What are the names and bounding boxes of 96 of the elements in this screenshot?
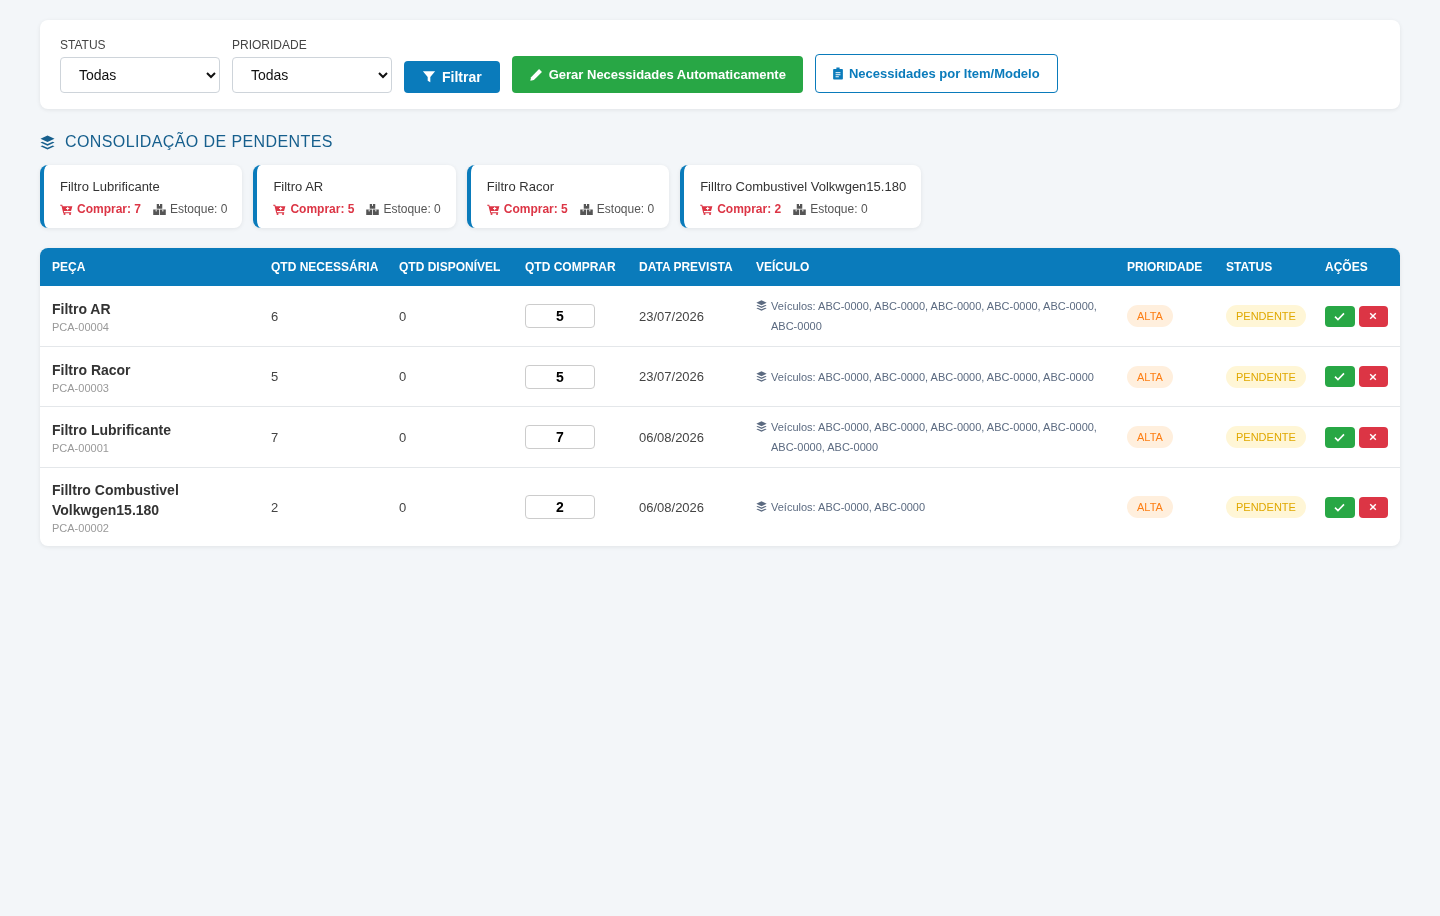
clipboard-icon (832, 67, 843, 80)
column-header: DATA PREVISTA (639, 260, 733, 274)
cart-icon (486, 203, 500, 215)
status-badge: PENDENTE (1226, 496, 1306, 518)
boxes-icon (153, 203, 166, 215)
column-header: AÇÕES (1325, 260, 1368, 274)
layers-icon (40, 134, 55, 150)
qty-needed: 7 (271, 429, 279, 445)
part-code: PCA-00003 (52, 381, 110, 394)
column-header: PRIORIDADE (1127, 260, 1203, 274)
qty-needed: 5 (271, 369, 279, 384)
vehicles-text: Veículos: ABC-0000, ABC-0000, ABC-0000, ABC-0000, ABC-0000, ABC-0000 (771, 299, 1098, 334)
vehicles-text: Veículos: ABC-0000, ABC-0000, ABC-0000, ABC-0000, ABC-0000 (771, 369, 1094, 385)
reject-button[interactable] (1358, 496, 1388, 518)
qty-available: 0 (399, 499, 407, 515)
needs-by-item-button[interactable]: Necessidades por Item/Modelo (814, 54, 1058, 93)
part-name: Filtro Lubrificante (52, 421, 172, 440)
qty-needed: 2 (271, 499, 279, 515)
funnel-icon (422, 70, 436, 84)
close-icon (1369, 433, 1378, 441)
column-header: QTD DISPONÍVEL (399, 260, 501, 274)
column-header: VEÍCULO (756, 260, 810, 274)
filter-select[interactable]: Todas (60, 57, 220, 93)
buy-quantity: Comprar: 5 (503, 202, 568, 216)
buy-quantity: Comprar: 2 (717, 202, 782, 216)
part-name: Filtro AR (273, 179, 325, 194)
reject-button[interactable] (1358, 366, 1388, 387)
reject-button[interactable] (1358, 426, 1388, 448)
part-name: Filtro Lubrificante (60, 179, 161, 194)
layers-icon (756, 300, 767, 311)
stock-quantity: Estoque: 0 (383, 202, 441, 216)
buy-quantity: Comprar: 7 (77, 202, 141, 216)
priority-badge: ALTA (1127, 426, 1173, 448)
cart-icon (60, 203, 73, 215)
stock-quantity: Estoque: 0 (810, 202, 868, 216)
filter-label: STATUS (60, 38, 107, 52)
part-name: Filtro AR (52, 300, 112, 319)
cart-icon (273, 203, 287, 215)
column-header: QTD NECESSÁRIA (271, 260, 379, 274)
part-code: PCA-00001 (52, 442, 110, 454)
qty-input[interactable]: 5 (525, 364, 595, 389)
stock-quantity: Estoque: 0 (596, 202, 655, 216)
cart-icon (700, 203, 714, 215)
due-date: 06/08/2026 (639, 429, 705, 445)
part-name: Filltro Combustivel Volkwgen15.180 (700, 179, 907, 194)
priority-badge: ALTA (1127, 365, 1173, 388)
column-header: QTD COMPRAR (525, 260, 616, 274)
qty-input[interactable]: 2 (525, 495, 595, 519)
boxes-icon (366, 203, 380, 215)
layers-icon (756, 501, 767, 512)
part-name: Filtro Racor (486, 179, 555, 194)
filter-label: PRIORIDADE (232, 38, 308, 52)
approve-button[interactable] (1325, 305, 1355, 327)
check-icon (1334, 502, 1346, 512)
qty-needed: 6 (271, 308, 279, 324)
part-code: PCA-00004 (52, 321, 110, 333)
close-icon (1369, 503, 1378, 511)
filter-button[interactable]: Filtrar (404, 61, 500, 93)
due-date: 23/07/2026 (639, 308, 705, 324)
column-header: STATUS (1226, 260, 1273, 274)
approve-button[interactable] (1325, 366, 1355, 387)
part-name: Filtro Racor (52, 360, 132, 380)
due-date: 23/07/2026 (639, 369, 705, 384)
qty-input[interactable]: 7 (525, 425, 595, 449)
pencil-icon (528, 67, 543, 82)
vehicles-text: Veículos: ABC-0000, ABC-0000 (771, 500, 926, 515)
check-icon (1334, 432, 1346, 442)
priority-badge: ALTA (1127, 305, 1173, 327)
status-badge: PENDENTE (1226, 365, 1306, 388)
status-badge: PENDENTE (1226, 426, 1306, 448)
qty-input[interactable]: 5 (525, 304, 595, 328)
column-header: PEÇA (52, 260, 86, 274)
close-icon (1369, 312, 1378, 320)
vehicles-text: Veículos: ABC-0000, ABC-0000, ABC-0000, ABC-0000, ABC-0000, ABC-0000, ABC-0000 (771, 420, 1098, 455)
reject-button[interactable] (1358, 305, 1388, 327)
due-date: 06/08/2026 (639, 499, 705, 515)
qty-available: 0 (399, 369, 407, 384)
stock-quantity: Estoque: 0 (170, 202, 228, 216)
boxes-icon (793, 203, 807, 215)
qty-available: 0 (399, 308, 407, 324)
status-badge: PENDENTE (1226, 305, 1306, 327)
approve-button[interactable] (1325, 496, 1355, 518)
part-name: Filltro Combustivel Volkwgen15.180 (52, 481, 180, 520)
close-icon (1369, 372, 1378, 381)
layers-icon (756, 370, 767, 382)
approve-button[interactable] (1325, 426, 1355, 448)
boxes-icon (579, 203, 593, 215)
part-code: PCA-00002 (52, 522, 110, 534)
check-icon (1334, 311, 1346, 321)
buy-quantity: Comprar: 5 (290, 202, 355, 216)
priority-badge: ALTA (1127, 496, 1173, 518)
filter-select[interactable]: Todas (232, 57, 392, 93)
section-title: CONSOLIDAÇÃO DE PENDENTES (65, 133, 333, 151)
qty-available: 0 (399, 429, 407, 445)
layers-icon (756, 421, 767, 432)
check-icon (1334, 372, 1346, 381)
